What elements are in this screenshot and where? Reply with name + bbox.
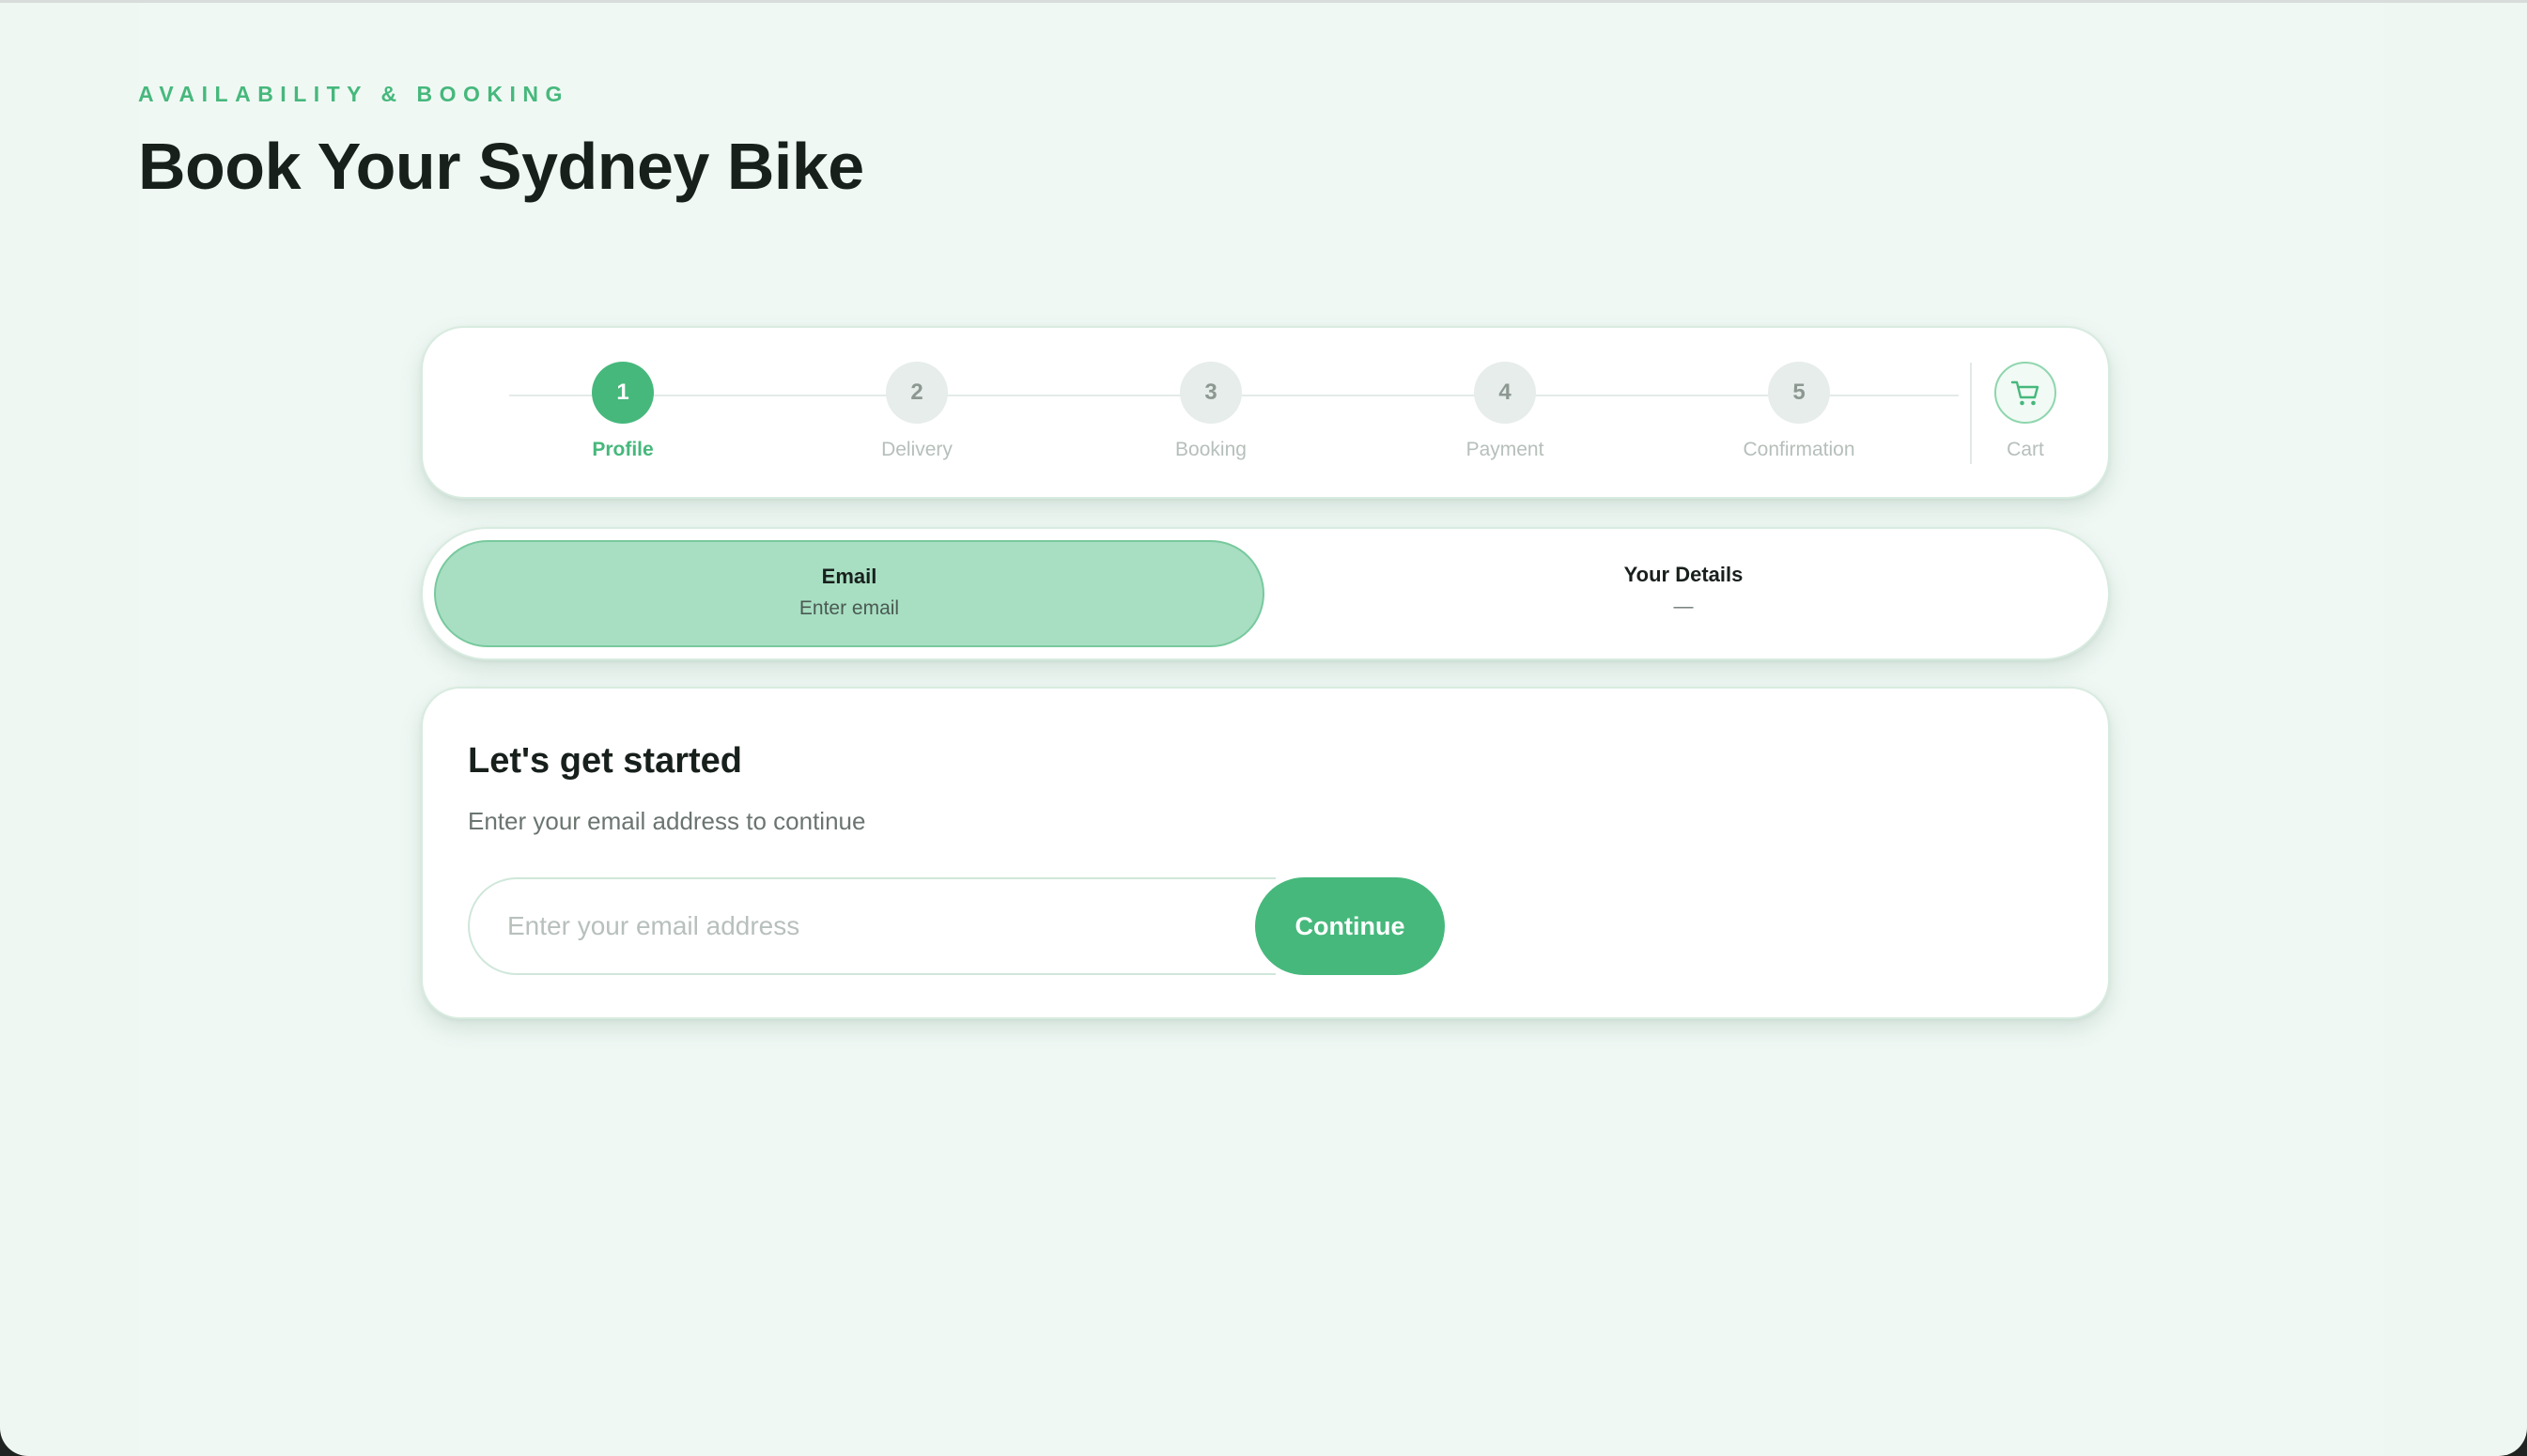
step-label: Payment <box>1465 439 1544 460</box>
email-input-group: Continue <box>468 877 1445 975</box>
step-number-circle: 2 <box>886 362 948 424</box>
cart-icon <box>2010 380 2039 406</box>
step-profile[interactable]: 1 Profile <box>519 362 726 461</box>
step-label: Booking <box>1175 439 1247 460</box>
step-payment[interactable]: 4 Payment <box>1402 362 1608 461</box>
tab-subtitle: Enter email <box>798 597 900 619</box>
tab-title: Your Details <box>1623 563 1744 586</box>
section-eyebrow: AVAILABILITY & BOOKING <box>138 82 569 106</box>
email-input[interactable] <box>468 877 1276 975</box>
booking-page: AVAILABILITY & BOOKING Book Your Sydney … <box>0 0 2527 1456</box>
cart-icon-circle <box>1994 362 2056 424</box>
cart-label: Cart <box>2007 439 2044 460</box>
cart-button[interactable]: Cart <box>1922 362 2129 461</box>
step-booking[interactable]: 3 Booking <box>1108 362 1314 461</box>
step-confirmation[interactable]: 5 Confirmation <box>1696 362 1902 461</box>
step-label: Delivery <box>881 439 953 460</box>
email-form-card: Let's get started Enter your email addre… <box>421 687 2110 1019</box>
step-label: Confirmation <box>1743 439 1855 460</box>
continue-button[interactable]: Continue <box>1255 877 1445 975</box>
step-number-circle: 5 <box>1768 362 1830 424</box>
step-label: Profile <box>592 439 654 460</box>
page-title: Book Your Sydney Bike <box>138 130 864 203</box>
profile-subtabs: Email Enter email Your Details — <box>421 527 2110 660</box>
booking-stepper: 1 Profile 2 Delivery 3 Booking 4 Payment… <box>421 326 2110 499</box>
tab-email[interactable]: Email Enter email <box>434 540 1264 647</box>
tab-title: Email <box>821 565 877 588</box>
step-number-circle: 1 <box>592 362 654 424</box>
tab-subtitle: — <box>1673 596 1694 617</box>
step-number-circle: 4 <box>1474 362 1536 424</box>
form-heading: Let's get started <box>468 741 742 781</box>
step-delivery[interactable]: 2 Delivery <box>814 362 1020 461</box>
tab-your-details[interactable]: Your Details — <box>1270 540 2097 647</box>
form-subheading: Enter your email address to continue <box>468 807 866 835</box>
step-number-circle: 3 <box>1180 362 1242 424</box>
